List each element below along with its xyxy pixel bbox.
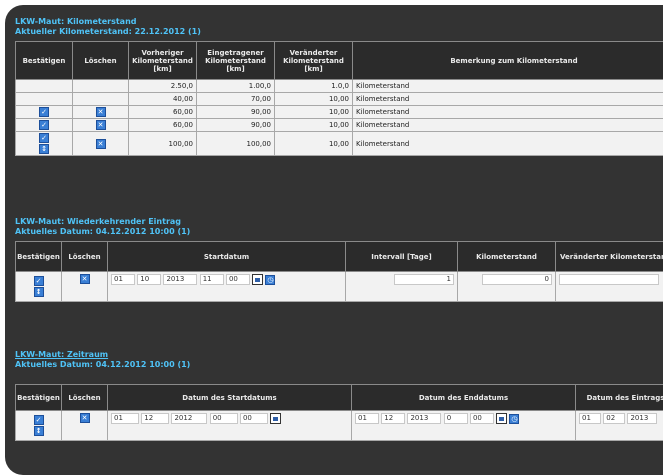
col-end: Datum des Enddatums bbox=[352, 385, 576, 411]
prev-km: 60,00 bbox=[129, 119, 197, 132]
prev-km: 60,00 bbox=[129, 106, 197, 119]
confirm-icon[interactable]: ✓ bbox=[39, 120, 49, 130]
col-bemerkung: Bemerkung zum Kilometerstand bbox=[353, 42, 663, 80]
col-bestaetigen: Bestätigen bbox=[16, 385, 62, 411]
period-section: LKW-Maut: Zeitraum Aktuelles Datum: 04.1… bbox=[15, 350, 663, 441]
calendar-icon[interactable] bbox=[252, 274, 263, 285]
col-loeschen: Löschen bbox=[62, 242, 108, 272]
minute-input[interactable]: 00 bbox=[226, 274, 250, 285]
section-subtitle: Aktuelles Datum: 04.12.2012 10:00 (1) bbox=[15, 360, 663, 370]
prev-km: 2.50,0 bbox=[129, 80, 197, 93]
recurring-section: LKW-Maut: Wiederkehrender Eintrag Aktuel… bbox=[15, 217, 663, 302]
remark: Kilometerstand bbox=[353, 93, 663, 106]
table-row: ✓ ↕ ✕ 01 10 2013 11 00 ◷ 1 0 bbox=[16, 272, 663, 302]
kilometer-section: LKW-Maut: Kilometerstand Aktueller Kilom… bbox=[15, 17, 663, 156]
entered-km: 1.00,0 bbox=[197, 80, 275, 93]
col-veraenderter: Veränderter Kilometerstand bbox=[556, 242, 663, 272]
col-startdatum: Startdatum bbox=[108, 242, 346, 272]
confirm-icon[interactable]: ✓ bbox=[39, 133, 49, 143]
confirm-icon[interactable]: ✓ bbox=[34, 415, 44, 425]
start-hour-input[interactable]: 00 bbox=[210, 413, 238, 424]
changed-km: 10,00 bbox=[275, 93, 353, 106]
calendar-icon[interactable] bbox=[496, 413, 507, 424]
start-minute-input[interactable]: 00 bbox=[240, 413, 268, 424]
clock-icon[interactable]: ◷ bbox=[509, 414, 519, 424]
delete-icon[interactable]: ✕ bbox=[96, 120, 106, 130]
delete-icon[interactable]: ✕ bbox=[80, 413, 90, 423]
move-icon[interactable]: ↕ bbox=[39, 144, 49, 154]
start-day-input[interactable]: 01 bbox=[111, 413, 139, 424]
section-title: LKW-Maut: Kilometerstand bbox=[15, 17, 663, 27]
confirm-icon[interactable]: ✓ bbox=[39, 107, 49, 117]
interval-input[interactable]: 1 bbox=[394, 274, 454, 285]
col-intervall: Intervall [Tage] bbox=[346, 242, 458, 272]
table-row: 40,00 70,00 10,00 Kilometerstand bbox=[16, 93, 663, 106]
move-icon[interactable]: ↕ bbox=[34, 426, 44, 436]
prev-km: 40,00 bbox=[129, 93, 197, 106]
changed-km-input[interactable] bbox=[559, 274, 659, 285]
col-loeschen: Löschen bbox=[73, 42, 129, 80]
end-year-input[interactable]: 2013 bbox=[407, 413, 441, 424]
kilometer-table: Bestätigen Löschen Vorheriger Kilometers… bbox=[15, 41, 663, 156]
section-subtitle: Aktueller Kilometerstand: 22.12.2012 (1) bbox=[15, 27, 663, 37]
entry-month-input[interactable]: 02 bbox=[603, 413, 625, 424]
section-title-link[interactable]: LKW-Maut: Zeitraum bbox=[15, 350, 663, 360]
delete-icon[interactable]: ✕ bbox=[96, 139, 106, 149]
entered-km: 70,00 bbox=[197, 93, 275, 106]
remark: Kilometerstand bbox=[353, 119, 663, 132]
changed-km: 10,00 bbox=[275, 106, 353, 119]
recurring-table: Bestätigen Löschen Startdatum Intervall … bbox=[15, 241, 663, 302]
table-row: ✓ ↕ ✕ 01 12 2012 00 00 01 12 2013 0 bbox=[16, 411, 663, 441]
move-icon[interactable]: ↕ bbox=[34, 287, 44, 297]
col-loeschen: Löschen bbox=[62, 385, 108, 411]
confirm-icon[interactable]: ✓ bbox=[34, 276, 44, 286]
start-year-input[interactable]: 2012 bbox=[171, 413, 207, 424]
changed-km: 1.0,0 bbox=[275, 80, 353, 93]
calendar-icon[interactable] bbox=[270, 413, 281, 424]
col-eingetragener: Eingetragener Kilometerstand [km] bbox=[197, 42, 275, 80]
end-minute-input[interactable]: 00 bbox=[470, 413, 494, 424]
col-kilometerstand: Kilometerstand bbox=[458, 242, 556, 272]
clock-icon[interactable]: ◷ bbox=[265, 275, 275, 285]
col-entry: Datum des Eintrags bbox=[576, 385, 663, 411]
delete-icon[interactable]: ✕ bbox=[80, 274, 90, 284]
changed-km: 10,00 bbox=[275, 119, 353, 132]
km-input[interactable]: 0 bbox=[482, 274, 552, 285]
remark: Kilometerstand bbox=[353, 132, 663, 156]
col-bestaetigen: Bestätigen bbox=[16, 42, 73, 80]
main-panel: LKW-Maut: Kilometerstand Aktueller Kilom… bbox=[5, 5, 663, 475]
remark: Kilometerstand bbox=[353, 106, 663, 119]
day-input[interactable]: 01 bbox=[111, 274, 135, 285]
delete-icon[interactable]: ✕ bbox=[96, 107, 106, 117]
end-day-input[interactable]: 01 bbox=[355, 413, 379, 424]
prev-km: 100,00 bbox=[129, 132, 197, 156]
month-input[interactable]: 10 bbox=[137, 274, 161, 285]
entered-km: 100,00 bbox=[197, 132, 275, 156]
table-row: ✓ ✕ 60,00 90,00 10,00 Kilometerstand bbox=[16, 106, 663, 119]
hour-input[interactable]: 11 bbox=[200, 274, 224, 285]
table-row: ✓ ↕ ✕ 100,00 100,00 10,00 Kilometerstand bbox=[16, 132, 663, 156]
table-row: ✓ ✕ 60,00 90,00 10,00 Kilometerstand bbox=[16, 119, 663, 132]
changed-km: 10,00 bbox=[275, 132, 353, 156]
entry-day-input[interactable]: 01 bbox=[579, 413, 601, 424]
end-month-input[interactable]: 12 bbox=[381, 413, 405, 424]
start-month-input[interactable]: 12 bbox=[141, 413, 169, 424]
entered-km: 90,00 bbox=[197, 119, 275, 132]
table-row: 2.50,0 1.00,0 1.0,0 Kilometerstand bbox=[16, 80, 663, 93]
col-bestaetigen: Bestätigen bbox=[16, 242, 62, 272]
end-hour-input[interactable]: 0 bbox=[444, 413, 468, 424]
entered-km: 90,00 bbox=[197, 106, 275, 119]
col-veraenderter: Veränderter Kilometerstand [km] bbox=[275, 42, 353, 80]
col-start: Datum des Startdatums bbox=[108, 385, 352, 411]
period-table: Bestätigen Löschen Datum des Startdatums… bbox=[15, 384, 663, 441]
entry-year-input[interactable]: 2013 bbox=[627, 413, 657, 424]
section-subtitle: Aktuelles Datum: 04.12.2012 10:00 (1) bbox=[15, 227, 663, 237]
year-input[interactable]: 2013 bbox=[163, 274, 197, 285]
remark: Kilometerstand bbox=[353, 80, 663, 93]
section-title: LKW-Maut: Wiederkehrender Eintrag bbox=[15, 217, 663, 227]
col-vorheriger: Vorheriger Kilometerstand [km] bbox=[129, 42, 197, 80]
